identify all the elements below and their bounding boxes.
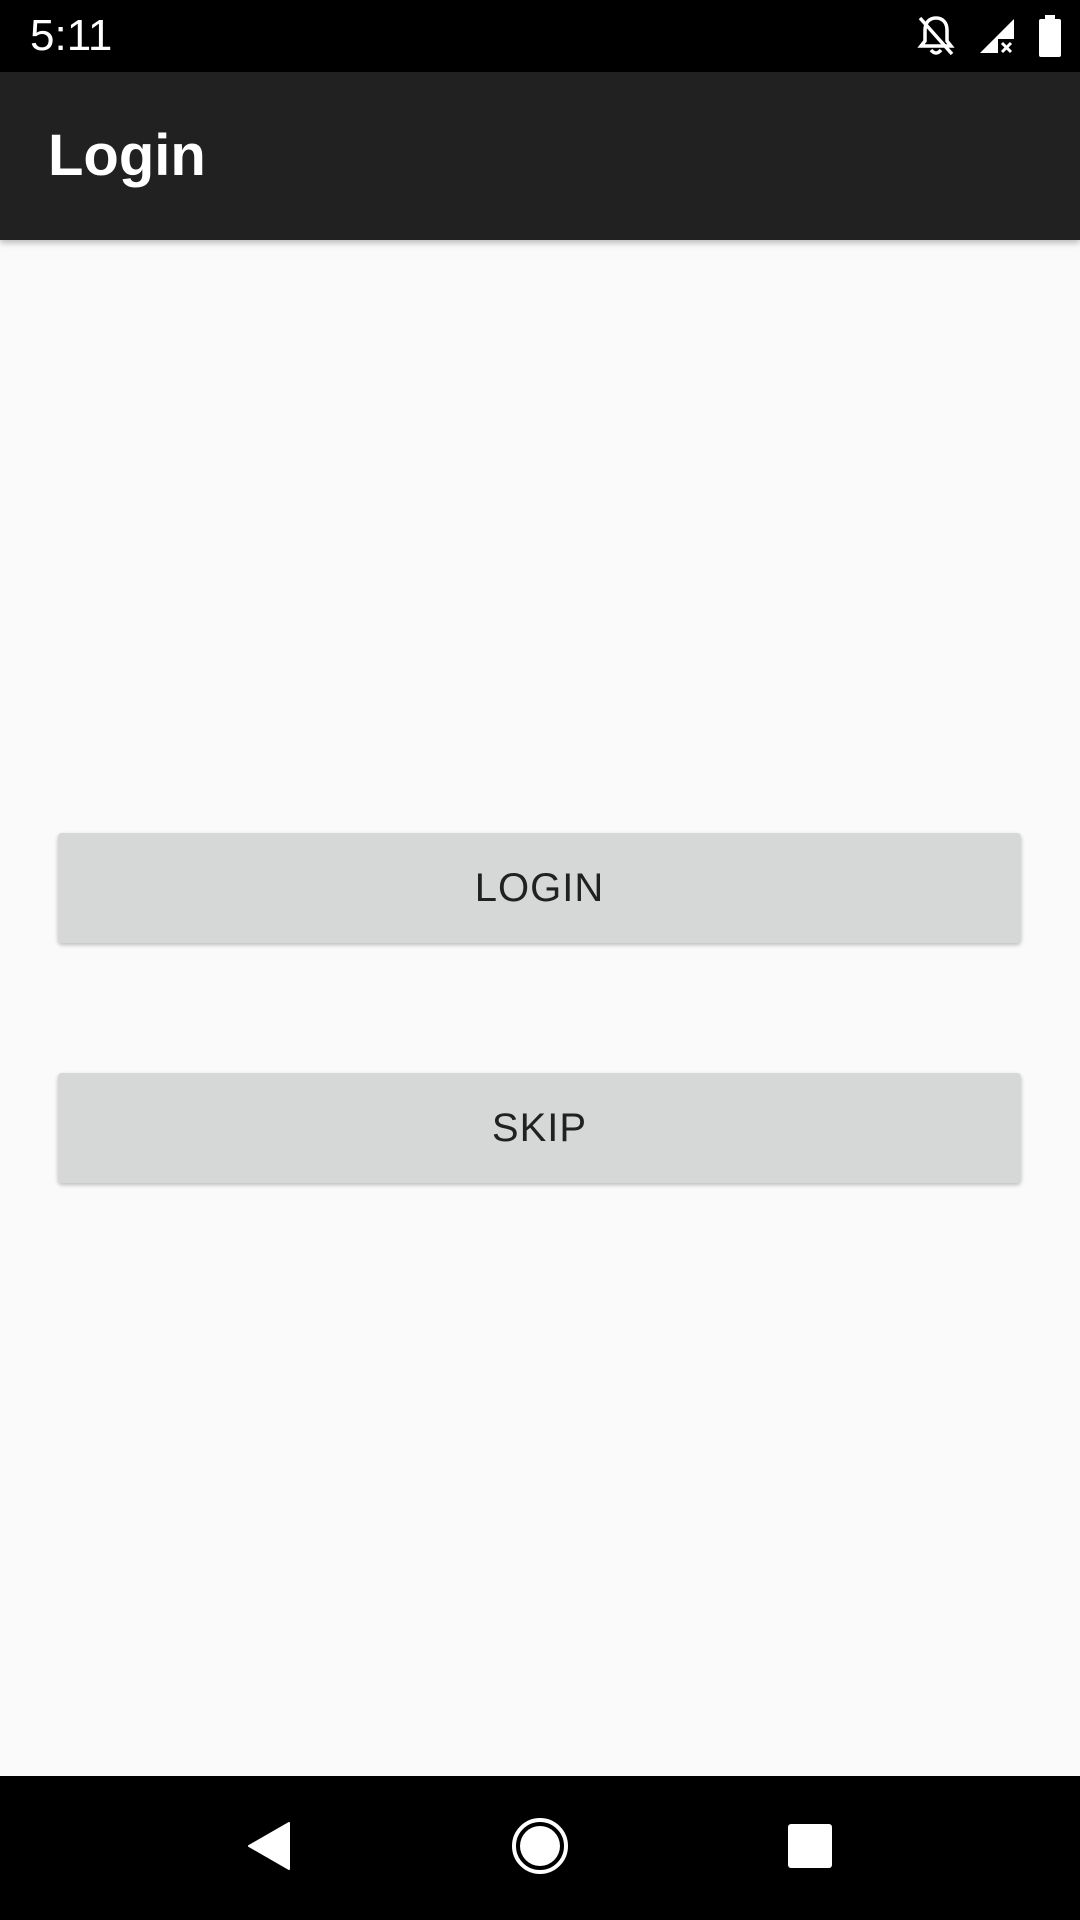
login-button[interactable]: LOGIN [58,833,1021,943]
status-time: 5:11 [30,11,113,60]
status-icons [916,14,1062,58]
signal-no-data-icon [978,17,1016,55]
recents-icon [786,1822,834,1875]
navigation-bar [0,1776,1080,1920]
home-button[interactable] [490,1798,590,1898]
app-bar: Login [0,72,1080,240]
screen: 5:11 Login LOGIN SKIP [0,0,1080,1920]
back-icon [244,1820,296,1877]
recents-button[interactable] [760,1798,860,1898]
notifications-off-icon [916,14,956,58]
main-content: LOGIN SKIP [0,240,1080,1776]
back-button[interactable] [220,1798,320,1898]
home-icon [510,1816,570,1881]
battery-full-icon [1038,15,1062,57]
page-title: Login [48,123,206,188]
skip-button[interactable]: SKIP [58,1073,1021,1183]
status-bar: 5:11 [0,0,1080,72]
